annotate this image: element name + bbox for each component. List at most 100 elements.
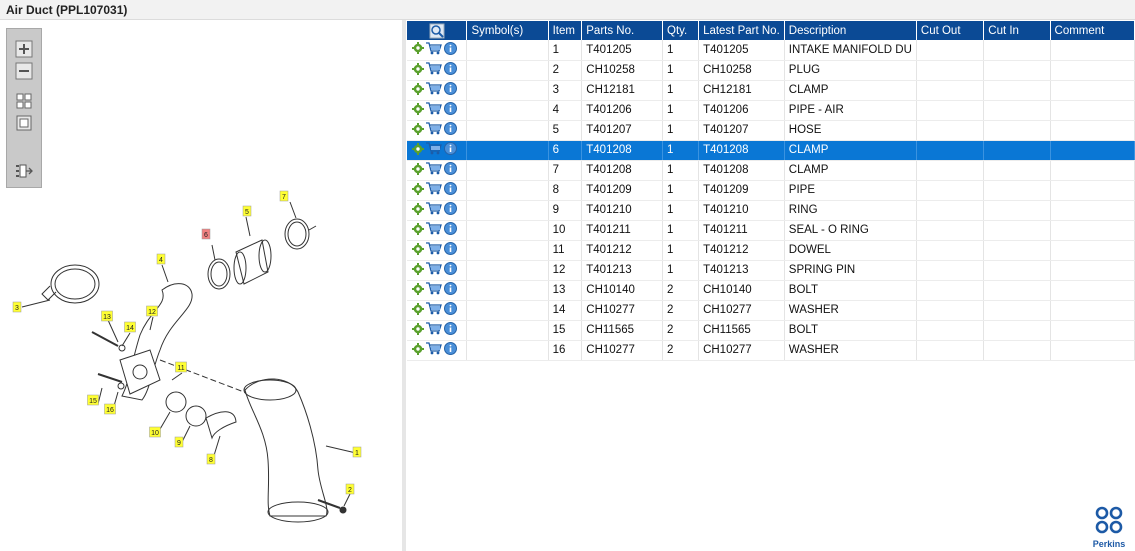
column-header-qty[interactable]: Qty. [662, 21, 700, 40]
callout-16[interactable]: 16 [104, 403, 116, 415]
column-header-description[interactable]: Description [784, 21, 917, 40]
gear-icon[interactable] [412, 82, 424, 98]
table-row[interactable]: 6 T401208 1 T401208 CLAMP [407, 140, 1135, 161]
callout-5[interactable]: 5 [242, 205, 252, 217]
callout-2[interactable]: 2 [345, 483, 355, 495]
zoom-out-button[interactable] [13, 61, 35, 81]
table-row[interactable]: 14 CH10277 2 CH10277 WASHER [407, 300, 1135, 321]
callout-3[interactable]: 3 [12, 301, 22, 313]
info-icon[interactable] [444, 282, 457, 298]
cart-icon[interactable] [426, 162, 442, 178]
exploded-parts-diagram[interactable]: 12345678910111213141516 [0, 190, 400, 530]
gear-icon[interactable] [412, 42, 424, 57]
callout-1[interactable]: 1 [352, 446, 362, 458]
zoom-in-button[interactable] [13, 39, 35, 59]
table-row[interactable]: 5 T401207 1 T401207 HOSE [407, 120, 1135, 141]
column-header-cut-out[interactable]: Cut Out [916, 21, 985, 40]
table-row[interactable]: 10 T401211 1 T401211 SEAL - O RING [407, 220, 1135, 241]
cart-icon[interactable] [426, 62, 442, 78]
info-icon[interactable] [444, 242, 457, 258]
column-header-symbols[interactable]: Symbol(s) [466, 21, 549, 40]
symbol-cell [466, 60, 549, 81]
cart-icon[interactable] [426, 282, 442, 298]
gear-icon[interactable] [412, 122, 424, 138]
table-row[interactable]: 1 T401205 1 T401205 INTAKE MANIFOLD DU [407, 40, 1135, 61]
callout-8[interactable]: 8 [206, 453, 216, 465]
info-icon[interactable] [444, 82, 457, 98]
column-header-cut-in[interactable]: Cut In [983, 21, 1051, 40]
table-row[interactable]: 3 CH12181 1 CH12181 CLAMP [407, 80, 1135, 101]
gear-icon[interactable] [412, 262, 424, 278]
gear-icon[interactable] [412, 342, 424, 358]
info-icon[interactable] [444, 202, 457, 218]
callout-11[interactable]: 11 [175, 361, 187, 373]
cart-icon[interactable] [426, 102, 442, 118]
cart-icon[interactable] [426, 42, 442, 58]
callout-7[interactable]: 7 [279, 190, 289, 202]
info-icon[interactable] [444, 302, 457, 318]
column-header-parts-no[interactable]: Parts No. [581, 21, 664, 40]
comment-cell [1050, 60, 1135, 81]
table-row[interactable]: 8 T401209 1 T401209 PIPE [407, 180, 1135, 201]
column-header-comment[interactable]: Comment [1050, 21, 1135, 40]
table-row[interactable]: 4 T401206 1 T401206 PIPE - AIR [407, 100, 1135, 121]
cart-icon[interactable] [426, 122, 442, 138]
table-row[interactable]: 16 CH10277 2 CH10277 WASHER [407, 340, 1135, 361]
gear-icon[interactable] [412, 282, 424, 298]
diagram-pane[interactable]: 1 2 3 4 5 6 7 8 9 10 11 12 13 14 15 16 [0, 20, 402, 551]
info-icon[interactable] [444, 62, 457, 78]
cart-icon[interactable] [426, 142, 442, 158]
cart-icon[interactable] [426, 242, 442, 258]
info-icon[interactable] [444, 102, 457, 118]
info-icon[interactable] [444, 41, 457, 58]
gear-icon[interactable] [412, 62, 424, 78]
table-row[interactable]: 15 CH11565 2 CH11565 BOLT [407, 320, 1135, 341]
export-list-button[interactable] [13, 161, 35, 181]
callout-12[interactable]: 12 [146, 305, 158, 317]
info-icon[interactable] [444, 262, 457, 278]
callout-13[interactable]: 13 [101, 310, 113, 322]
info-icon[interactable] [444, 222, 457, 238]
column-header-item[interactable]: Item [548, 21, 583, 40]
gear-icon[interactable] [412, 102, 424, 118]
info-icon[interactable] [444, 342, 457, 358]
column-header-tools[interactable] [407, 21, 468, 40]
table-row[interactable]: 2 CH10258 1 CH10258 PLUG [407, 60, 1135, 81]
callout-4[interactable]: 4 [156, 253, 166, 265]
info-icon[interactable] [444, 182, 457, 198]
cart-icon[interactable] [426, 222, 442, 238]
info-icon[interactable] [444, 162, 457, 178]
info-icon[interactable] [444, 142, 457, 158]
table-row[interactable]: 11 T401212 1 T401212 DOWEL [407, 240, 1135, 261]
callout-14[interactable]: 14 [124, 321, 136, 333]
cart-icon[interactable] [426, 262, 442, 278]
callout-6[interactable]: 6 [201, 228, 211, 240]
table-row[interactable]: 7 T401208 1 T401208 CLAMP [407, 160, 1135, 181]
actual-size-button[interactable] [13, 113, 35, 133]
cart-icon[interactable] [426, 322, 442, 338]
callout-10[interactable]: 10 [149, 426, 161, 438]
gear-icon[interactable] [412, 202, 424, 218]
gear-icon[interactable] [412, 162, 424, 178]
table-row[interactable]: 12 T401213 1 T401213 SPRING PIN [407, 260, 1135, 281]
callout-9[interactable]: 9 [174, 436, 184, 448]
gear-icon[interactable] [412, 302, 424, 318]
table-row[interactable]: 9 T401210 1 T401210 RING [407, 200, 1135, 221]
gear-icon[interactable] [412, 142, 424, 158]
info-icon[interactable] [444, 322, 457, 338]
gear-icon[interactable] [412, 222, 424, 238]
cart-icon[interactable] [426, 82, 442, 98]
callout-15[interactable]: 15 [87, 394, 99, 406]
gear-icon[interactable] [412, 322, 424, 338]
gear-icon[interactable] [412, 182, 424, 198]
info-icon[interactable] [444, 122, 457, 138]
gear-icon[interactable] [412, 242, 424, 258]
cart-icon[interactable] [426, 302, 442, 318]
cart-icon[interactable] [426, 342, 442, 358]
cart-icon[interactable] [426, 202, 442, 218]
item-cell: 14 [548, 300, 583, 321]
fit-all-button[interactable] [13, 91, 35, 111]
cart-icon[interactable] [426, 182, 442, 198]
table-row[interactable]: 13 CH10140 2 CH10140 BOLT [407, 280, 1135, 301]
column-header-latest-part-no[interactable]: Latest Part No. [698, 21, 785, 40]
